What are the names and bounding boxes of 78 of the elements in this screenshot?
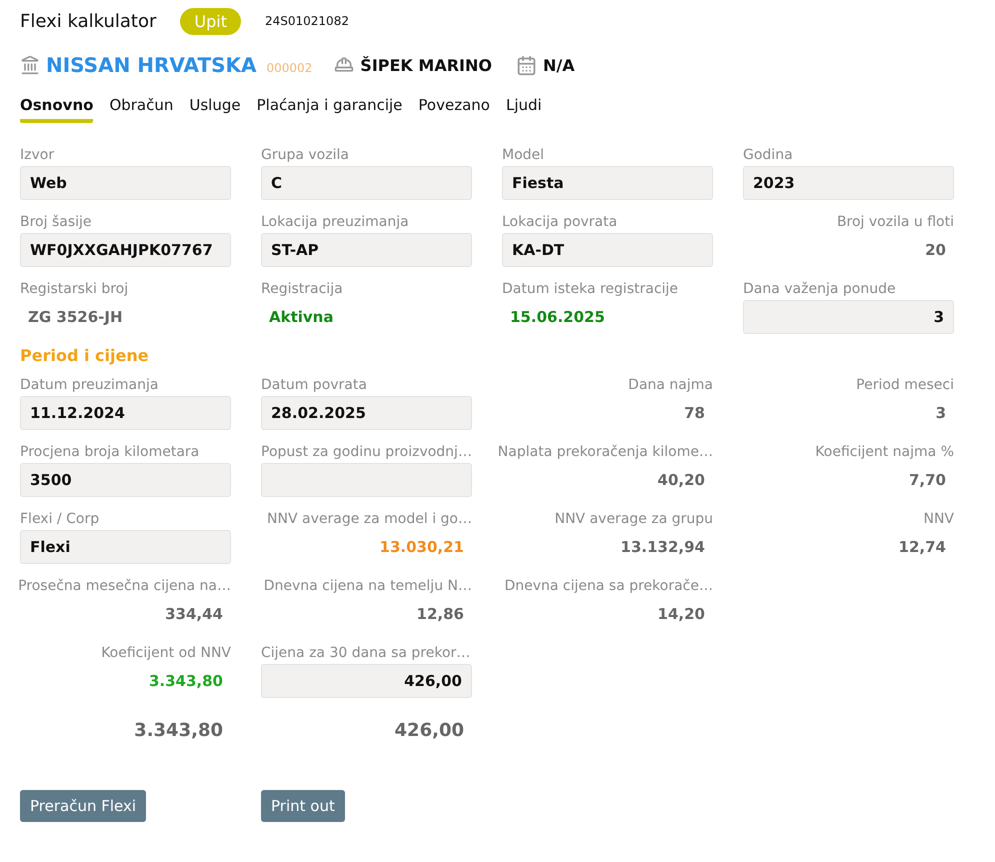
field-label: Flexi / Corp bbox=[20, 510, 100, 529]
tab[interactable]: Ljudi bbox=[506, 96, 542, 123]
field-label: Izvor bbox=[20, 146, 54, 165]
tab[interactable]: Povezano bbox=[418, 96, 490, 123]
field-value: 3 bbox=[934, 403, 947, 424]
input-field[interactable]: 28.02.2025 bbox=[261, 396, 472, 430]
page-title: Flexi kalkulator bbox=[20, 10, 156, 32]
field-label: Dana najma bbox=[628, 376, 713, 395]
field-label: NNV average za model i go… bbox=[267, 510, 472, 529]
document-number: 24S01021082 bbox=[265, 14, 349, 28]
field-value: 15.06.2025 bbox=[509, 307, 606, 328]
field-label: Popust za godinu proizvodnj… bbox=[261, 443, 472, 462]
field-label: NNV bbox=[923, 510, 954, 529]
field-value: 3.343,80 bbox=[148, 671, 224, 692]
field-label: Dnevna cijena na temelju N… bbox=[264, 577, 472, 596]
company-name: NISSAN HRVATSKA bbox=[46, 53, 256, 77]
company-code: 000002 bbox=[266, 61, 312, 75]
tab[interactable]: Obračun bbox=[109, 96, 174, 123]
field-value: 12,86 bbox=[416, 604, 465, 625]
field-label: Datum preuzimanja bbox=[20, 376, 158, 395]
field-label: Naplata prekoračenja kilome… bbox=[498, 443, 713, 462]
field-value: 14,20 bbox=[656, 604, 706, 625]
field-value: 13.132,94 bbox=[620, 537, 706, 558]
field-label: Model bbox=[502, 146, 544, 165]
total-value: 426,00 bbox=[394, 720, 465, 741]
field-label: Datum isteka registracije bbox=[502, 280, 678, 299]
field-label: Cijena za 30 dana sa prekor… bbox=[261, 644, 470, 663]
input-field[interactable]: WF0JXXGAHJPK07767 bbox=[20, 233, 231, 267]
tab[interactable]: Osnovno bbox=[20, 96, 94, 123]
input-field[interactable]: Web bbox=[20, 166, 231, 200]
field-label: Registracija bbox=[261, 280, 343, 299]
input-field[interactable]: KA-DT bbox=[502, 233, 713, 267]
field-label: Broj vozila u floti bbox=[836, 213, 954, 232]
field-label: Lokacija preuzimanja bbox=[261, 213, 409, 232]
person-name: ŠIPEK MARINO bbox=[360, 56, 492, 74]
field-value: 12,74 bbox=[898, 537, 947, 558]
field-value: 78 bbox=[683, 403, 706, 424]
action-button[interactable]: Preračun Flexi bbox=[20, 790, 146, 822]
field-value: 40,20 bbox=[656, 470, 706, 491]
input-field[interactable]: C bbox=[261, 166, 472, 200]
input-field[interactable]: 3 bbox=[743, 300, 954, 334]
field-label: Registarski broj bbox=[20, 280, 128, 299]
input-field[interactable]: 2023 bbox=[743, 166, 954, 200]
field-label: Lokacija povrata bbox=[502, 213, 618, 232]
total-value: 3.343,80 bbox=[133, 720, 224, 741]
field-label: Grupa vozila bbox=[261, 146, 349, 165]
date-value: N/A bbox=[542, 56, 575, 74]
field-label: Datum povrata bbox=[261, 376, 367, 395]
field-label: Broj šasije bbox=[20, 213, 92, 232]
input-field[interactable] bbox=[261, 463, 472, 497]
input-field[interactable]: 11.12.2024 bbox=[20, 396, 231, 430]
input-field[interactable]: Fiesta bbox=[502, 166, 713, 200]
field-label: Dana važenja ponude bbox=[743, 280, 896, 299]
field-label: Koeficijent najma % bbox=[815, 443, 954, 462]
field-value: ZG 3526-JH bbox=[27, 307, 124, 328]
calendar-icon bbox=[516, 54, 537, 76]
tab[interactable]: Usluge bbox=[189, 96, 241, 123]
tab[interactable]: Plaćanja i garancije bbox=[256, 96, 402, 123]
input-field[interactable]: Flexi bbox=[20, 530, 231, 564]
input-field[interactable]: 426,00 bbox=[261, 664, 472, 698]
section-title: Period i cijene bbox=[20, 346, 150, 367]
field-value: 20 bbox=[924, 240, 947, 261]
field-value: Aktivna bbox=[268, 307, 334, 328]
field-value: 334,44 bbox=[164, 604, 224, 625]
input-field[interactable]: 3500 bbox=[20, 463, 231, 497]
field-label: Dnevna cijena sa prekorače… bbox=[504, 577, 713, 596]
field-label: Period meseci bbox=[856, 376, 954, 395]
action-button[interactable]: Print out bbox=[261, 790, 345, 822]
field-value: 7,70 bbox=[908, 470, 947, 491]
field-value: 13.030,21 bbox=[378, 537, 465, 558]
field-label: NNV average za grupu bbox=[554, 510, 713, 529]
status-badge: Upit bbox=[180, 8, 241, 34]
field-label: Procjena broja kilometara bbox=[20, 443, 200, 462]
input-field[interactable]: ST-AP bbox=[261, 233, 472, 267]
field-label: Prosečna mesečna cijena na… bbox=[18, 577, 231, 596]
field-label: Koeficijent od NNV bbox=[101, 644, 231, 663]
bank-icon bbox=[20, 55, 40, 75]
field-label: Godina bbox=[743, 146, 793, 165]
